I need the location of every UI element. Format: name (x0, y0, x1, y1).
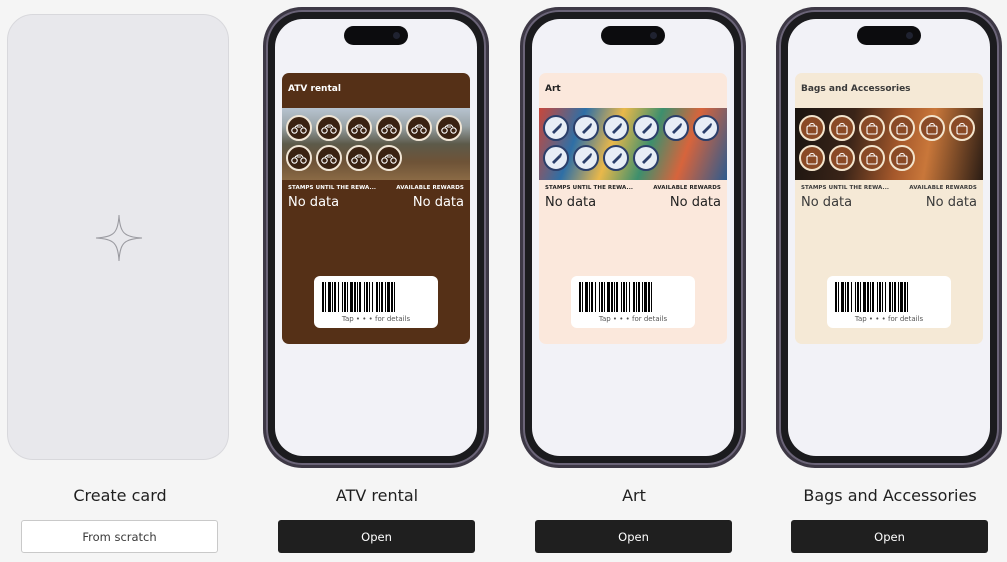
paintbrush-icon (633, 145, 659, 171)
open-button[interactable]: Open (791, 520, 988, 553)
phone-preview: ATV rental STAMPS UNTIL THE REWA... AVAI… (263, 10, 489, 465)
handbag-icon (829, 145, 855, 171)
atv-icon (436, 115, 462, 141)
handbag-icon (889, 115, 915, 141)
phone-preview: Bags and Accessories STAMPS UNTIL THE RE… (776, 10, 1002, 465)
tap-for-details-text: Tap • • • for details (854, 315, 924, 323)
paintbrush-icon (543, 145, 569, 171)
stamps-until-reward-value: No data (288, 195, 340, 210)
stamps-until-reward-value: No data (801, 195, 853, 210)
barcode: Tap • • • for details (314, 276, 438, 328)
handbag-icon (859, 115, 885, 141)
strip-image (539, 108, 727, 180)
barcode-graphic (322, 282, 395, 312)
atv-icon (406, 115, 432, 141)
open-button[interactable]: Open (278, 520, 475, 553)
atv-icon (316, 145, 342, 171)
loyalty-pass[interactable]: Art STAMPS UNTIL THE REWA... AVAILABLE R… (539, 73, 727, 344)
phone-preview: Art STAMPS UNTIL THE REWA... AVAILABLE R… (520, 10, 746, 465)
stamp-grid (543, 115, 723, 171)
barcode-graphic (835, 282, 908, 312)
open-button[interactable]: Open (535, 520, 732, 553)
create-card-column: Create card From scratch (5, 0, 235, 562)
sparkle-icon (95, 214, 143, 262)
available-rewards-label: AVAILABLE REWARDS (653, 185, 721, 191)
strip-image (282, 108, 470, 180)
available-rewards-label: AVAILABLE REWARDS (909, 185, 977, 191)
atv-icon (346, 115, 372, 141)
stamps-until-reward-label: STAMPS UNTIL THE REWA... (545, 185, 634, 191)
handbag-icon (799, 145, 825, 171)
stamp-grid (799, 115, 979, 171)
template-atv-rental: ATV rental STAMPS UNTIL THE REWA... AVAI… (262, 0, 492, 562)
stamp-grid (286, 115, 466, 171)
phone-screen: Art STAMPS UNTIL THE REWA... AVAILABLE R… (532, 19, 734, 456)
dynamic-island (344, 26, 408, 45)
pass-title: Art (545, 84, 561, 94)
atv-icon (286, 145, 312, 171)
dynamic-island (601, 26, 665, 45)
handbag-icon (799, 115, 825, 141)
handbag-icon (919, 115, 945, 141)
paintbrush-icon (663, 115, 689, 141)
tap-for-details-text: Tap • • • for details (598, 315, 668, 323)
phone-screen: ATV rental STAMPS UNTIL THE REWA... AVAI… (275, 19, 477, 456)
stamps-until-reward-label: STAMPS UNTIL THE REWA... (288, 185, 377, 191)
template-art: Art STAMPS UNTIL THE REWA... AVAILABLE R… (519, 0, 749, 562)
pass-title: ATV rental (288, 84, 341, 94)
paintbrush-icon (603, 145, 629, 171)
handbag-icon (949, 115, 975, 141)
template-name: Art (622, 486, 646, 505)
phone-screen: Bags and Accessories STAMPS UNTIL THE RE… (788, 19, 990, 456)
atv-icon (376, 115, 402, 141)
atv-icon (346, 145, 372, 171)
handbag-icon (829, 115, 855, 141)
available-rewards-value: No data (925, 195, 977, 210)
template-name: ATV rental (335, 486, 419, 505)
template-bags-and-accessories: Bags and Accessories STAMPS UNTIL THE RE… (775, 0, 1005, 562)
available-rewards-value: No data (412, 195, 464, 210)
loyalty-pass[interactable]: ATV rental STAMPS UNTIL THE REWA... AVAI… (282, 73, 470, 344)
atv-icon (376, 145, 402, 171)
paintbrush-icon (633, 115, 659, 141)
template-name: Bags and Accessories (803, 486, 977, 505)
dynamic-island (857, 26, 921, 45)
paintbrush-icon (603, 115, 629, 141)
stamps-until-reward-value: No data (545, 195, 597, 210)
barcode: Tap • • • for details (571, 276, 695, 328)
create-card-title: Create card (73, 486, 167, 505)
atv-icon (286, 115, 312, 141)
barcode-graphic (579, 282, 652, 312)
available-rewards-label: AVAILABLE REWARDS (396, 185, 464, 191)
from-scratch-button[interactable]: From scratch (21, 520, 218, 553)
paintbrush-icon (573, 115, 599, 141)
blank-card-preview[interactable] (7, 14, 229, 460)
handbag-icon (859, 145, 885, 171)
paintbrush-icon (693, 115, 719, 141)
pass-title: Bags and Accessories (801, 84, 911, 94)
paintbrush-icon (573, 145, 599, 171)
handbag-icon (889, 145, 915, 171)
strip-image (795, 108, 983, 180)
barcode: Tap • • • for details (827, 276, 951, 328)
paintbrush-icon (543, 115, 569, 141)
loyalty-pass[interactable]: Bags and Accessories STAMPS UNTIL THE RE… (795, 73, 983, 344)
atv-icon (316, 115, 342, 141)
tap-for-details-text: Tap • • • for details (341, 315, 411, 323)
stamps-until-reward-label: STAMPS UNTIL THE REWA... (801, 185, 890, 191)
available-rewards-value: No data (669, 195, 721, 210)
